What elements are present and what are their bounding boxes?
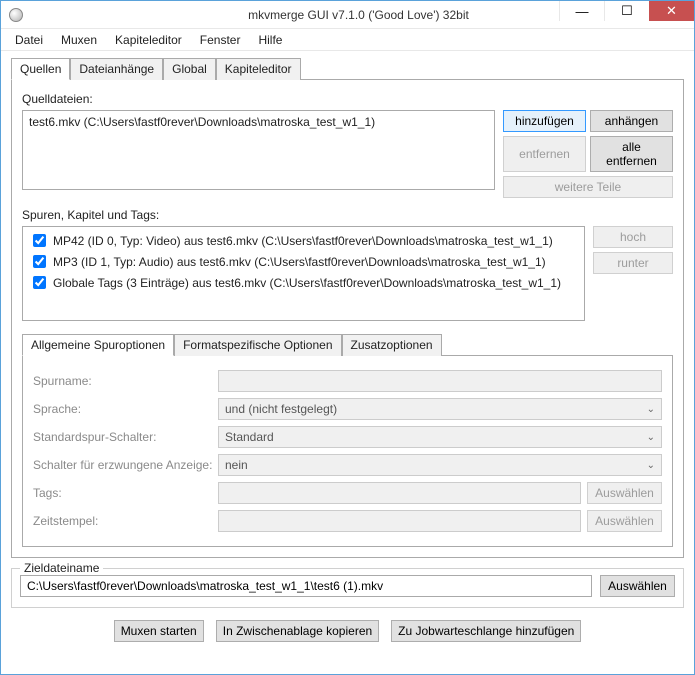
tab-attachments[interactable]: Dateianhänge (70, 58, 163, 80)
more-parts-button[interactable]: weitere Teile (503, 176, 673, 198)
default-flag-select[interactable]: Standard ⌄ (218, 426, 662, 448)
tab-panel-sources: Quelldateien: test6.mkv (C:\Users\fastf0… (11, 79, 684, 558)
language-select[interactable]: und (nicht festgelegt) ⌄ (218, 398, 662, 420)
menu-file[interactable]: Datei (7, 31, 51, 49)
remove-all-button[interactable]: alle entfernen (590, 136, 673, 172)
forced-flag-value: nein (225, 458, 248, 472)
track-option-tabs: Allgemeine Spuroptionen Formatspezifisch… (22, 334, 673, 356)
track-checkbox[interactable] (33, 276, 46, 289)
label-timestamps: Zeitstempel: (33, 514, 218, 528)
label-tags: Tags: (33, 486, 218, 500)
tags-choose-button[interactable]: Auswählen (587, 482, 662, 504)
destination-choose-button[interactable]: Auswählen (600, 575, 675, 597)
track-item[interactable]: MP3 (ID 1, Typ: Audio) aus test6.mkv (C:… (29, 252, 578, 271)
menu-chapters[interactable]: Kapiteleditor (107, 31, 190, 49)
timestamps-input[interactable] (218, 510, 581, 532)
main-tabs: Quellen Dateianhänge Global Kapiteledito… (11, 58, 684, 80)
chevron-down-icon: ⌄ (647, 432, 655, 443)
app-icon (9, 8, 23, 22)
tab-global[interactable]: Global (163, 58, 216, 80)
track-checkbox[interactable] (33, 234, 46, 247)
move-down-button[interactable]: runter (593, 252, 673, 274)
track-list[interactable]: MP42 (ID 0, Typ: Video) aus test6.mkv (C… (22, 226, 585, 321)
menu-muxen[interactable]: Muxen (53, 31, 105, 49)
timestamps-choose-button[interactable]: Auswählen (587, 510, 662, 532)
minimize-button[interactable]: — (559, 1, 604, 21)
track-label: MP3 (ID 1, Typ: Audio) aus test6.mkv (C:… (53, 255, 546, 269)
destination-path-input[interactable] (20, 575, 592, 597)
source-file-item[interactable]: test6.mkv (C:\Users\fastf0rever\Download… (29, 115, 488, 129)
label-destination: Zieldateiname (20, 561, 103, 575)
tab-format-options[interactable]: Formatspezifische Optionen (174, 334, 341, 356)
menu-help[interactable]: Hilfe (250, 31, 290, 49)
label-trackname: Spurname: (33, 374, 218, 388)
destination-group: Zieldateiname Auswählen (11, 568, 684, 608)
action-bar: Muxen starten In Zwischenablage kopieren… (11, 620, 684, 642)
forced-flag-select[interactable]: nein ⌄ (218, 454, 662, 476)
label-forced-flag: Schalter für erzwungene Anzeige: (33, 458, 218, 472)
tags-input[interactable] (218, 482, 581, 504)
tab-chaptereditor[interactable]: Kapiteleditor (216, 58, 301, 80)
titlebar: mkvmerge GUI v7.1.0 ('Good Love') 32bit … (1, 1, 694, 29)
append-button[interactable]: anhängen (590, 110, 673, 132)
add-button[interactable]: hinzufügen (503, 110, 586, 132)
copy-clipboard-button[interactable]: In Zwischenablage kopieren (216, 620, 379, 642)
track-label: MP42 (ID 0, Typ: Video) aus test6.mkv (C… (53, 234, 553, 248)
tab-extra-options[interactable]: Zusatzoptionen (342, 334, 442, 356)
track-label: Globale Tags (3 Einträge) aus test6.mkv … (53, 276, 561, 290)
add-to-queue-button[interactable]: Zu Jobwarteschlange hinzufügen (391, 620, 581, 642)
menubar: Datei Muxen Kapiteleditor Fenster Hilfe (1, 29, 694, 51)
default-flag-value: Standard (225, 430, 274, 444)
chevron-down-icon: ⌄ (647, 404, 655, 415)
maximize-button[interactable]: ☐ (604, 1, 649, 21)
track-option-panel: Spurname: Sprache: und (nicht festgelegt… (22, 355, 673, 547)
label-source-files: Quelldateien: (22, 92, 673, 106)
label-language: Sprache: (33, 402, 218, 416)
track-item[interactable]: MP42 (ID 0, Typ: Video) aus test6.mkv (C… (29, 231, 578, 250)
tab-sources[interactable]: Quellen (11, 58, 70, 80)
track-checkbox[interactable] (33, 255, 46, 268)
chevron-down-icon: ⌄ (647, 460, 655, 471)
tab-general-options[interactable]: Allgemeine Spuroptionen (22, 334, 174, 356)
label-tracks: Spuren, Kapitel und Tags: (22, 208, 673, 222)
label-default-flag: Standardspur-Schalter: (33, 430, 218, 444)
start-muxing-button[interactable]: Muxen starten (114, 620, 204, 642)
close-button[interactable]: ✕ (649, 1, 694, 21)
remove-button[interactable]: entfernen (503, 136, 586, 172)
trackname-input[interactable] (218, 370, 662, 392)
track-item[interactable]: Globale Tags (3 Einträge) aus test6.mkv … (29, 273, 578, 292)
language-value: und (nicht festgelegt) (225, 402, 337, 416)
menu-window[interactable]: Fenster (192, 31, 249, 49)
source-file-list[interactable]: test6.mkv (C:\Users\fastf0rever\Download… (22, 110, 495, 190)
move-up-button[interactable]: hoch (593, 226, 673, 248)
